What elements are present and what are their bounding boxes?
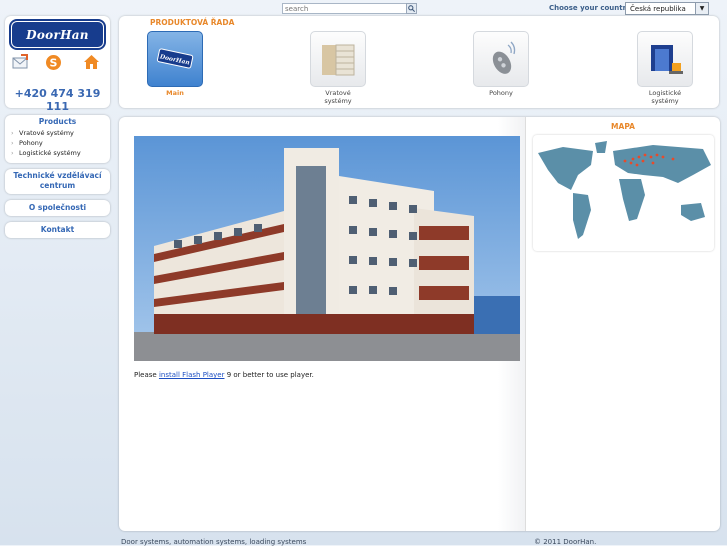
- product-drives-label: Pohony: [489, 89, 513, 97]
- product-range-panel: PRODUKTOVÁ ŘADA DoorHan Main Vratové sys…: [119, 16, 719, 108]
- doorhan-logo-icon: DoorHan: [147, 31, 203, 87]
- world-map[interactable]: [533, 135, 714, 251]
- home-icon[interactable]: [83, 54, 100, 71]
- sidebar-item-vratove-systemy[interactable]: Vratové systémy: [11, 128, 110, 138]
- about-menu[interactable]: O společnosti: [5, 200, 110, 216]
- search-icon: [408, 5, 415, 12]
- country-label: Choose your country: [549, 4, 631, 12]
- building-photo[interactable]: [134, 136, 520, 361]
- about-menu-label: O společnosti: [28, 203, 87, 212]
- products-menu-title[interactable]: Products: [5, 117, 110, 126]
- product-logistic-systems-label-2: systémy: [651, 97, 679, 105]
- main-content: Please install Flash Player 9 or better …: [119, 117, 720, 531]
- product-main-label: Main: [166, 89, 184, 97]
- product-main[interactable]: DoorHan Main: [147, 31, 203, 97]
- country-select-value: Česká republika: [630, 4, 686, 13]
- training-menu[interactable]: Technické vzdělávací centrum: [5, 169, 110, 194]
- mail-icon[interactable]: [12, 54, 29, 71]
- product-logistic-systems[interactable]: Logistické systémy: [637, 31, 693, 105]
- product-drives[interactable]: Pohony: [473, 31, 529, 97]
- logo[interactable]: DoorHan: [9, 19, 106, 50]
- search-input[interactable]: [282, 3, 407, 14]
- chevron-down-icon[interactable]: ▼: [695, 3, 708, 14]
- country-select[interactable]: Česká republika ▼: [625, 2, 709, 15]
- products-menu: Products Vratové systémy Pohony Logistic…: [5, 115, 110, 163]
- skype-icon[interactable]: S: [45, 54, 62, 71]
- training-menu-label: Technické vzdělávací: [13, 171, 102, 180]
- contact-menu[interactable]: Kontakt: [5, 222, 110, 238]
- product-range-title: PRODUKTOVÁ ŘADA: [150, 18, 235, 27]
- sidebar-item-logisticke-systemy[interactable]: Logistické systémy: [11, 148, 110, 158]
- phone-number: +420 474 319 111: [14, 87, 101, 113]
- search-button[interactable]: [406, 3, 417, 14]
- logo-text: DoorHan: [26, 27, 89, 42]
- install-flash-link[interactable]: install Flash Player: [159, 371, 225, 379]
- product-door-systems-label: Vratové: [325, 89, 351, 97]
- sidebar-item-pohony[interactable]: Pohony: [11, 138, 110, 148]
- product-door-systems-label-2: systémy: [324, 97, 352, 105]
- product-logistic-systems-label: Logistické: [648, 89, 682, 97]
- flash-player-notice: Please install Flash Player 9 or better …: [134, 371, 314, 379]
- flash-notice-suffix: 9 or better to use player.: [224, 371, 314, 379]
- remote-control-icon: [473, 31, 529, 87]
- svg-text:S: S: [50, 57, 58, 70]
- contact-menu-label: Kontakt: [40, 225, 75, 234]
- training-menu-label-2: centrum: [39, 181, 76, 190]
- flash-notice-prefix: Please: [134, 371, 159, 379]
- loading-dock-icon: [637, 31, 693, 87]
- garage-door-icon: [310, 31, 366, 87]
- logo-panel: DoorHan S +420 474 319 111: [5, 16, 110, 113]
- map-title: MAPA: [611, 122, 635, 131]
- product-door-systems[interactable]: Vratové systémy: [310, 31, 366, 105]
